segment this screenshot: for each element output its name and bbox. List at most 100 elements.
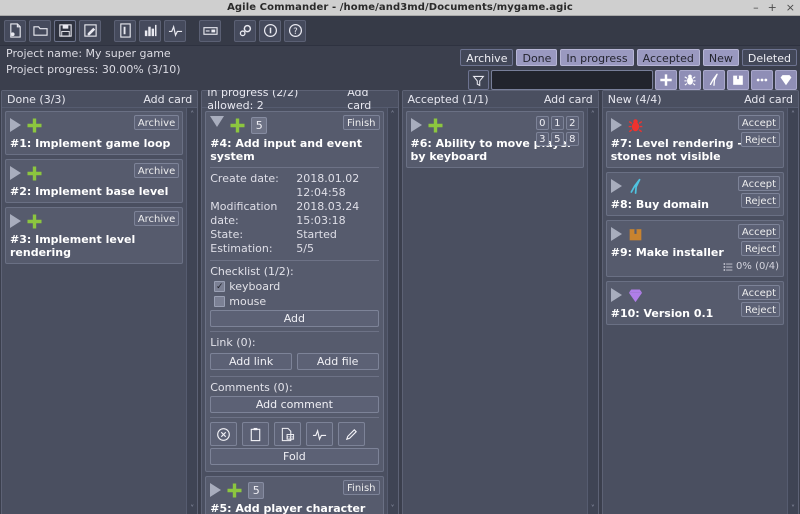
card-9-reject-button[interactable]: Reject (741, 241, 780, 256)
type-version-icon[interactable] (775, 70, 797, 90)
save-as-project-icon[interactable] (79, 20, 101, 42)
card-7-reject-button[interactable]: Reject (741, 132, 780, 147)
column-header-accepted: Accepted (1/1) Add card (403, 91, 598, 108)
expand-arrow-icon[interactable] (411, 118, 422, 132)
card-2-archive-button[interactable]: Archive (134, 163, 179, 178)
edit-card-icon[interactable] (338, 422, 365, 446)
project-info-icon[interactable] (114, 20, 136, 42)
card-5[interactable]: Finish 5 #5: Add player character 33% (1… (205, 476, 383, 514)
vertical-scrollbar-in-progress[interactable]: ˄ ˅ (387, 108, 398, 514)
statistics-icon[interactable] (139, 20, 161, 42)
minimize-button[interactable]: – (753, 3, 759, 13)
scroll-up-arrow-icon[interactable]: ˄ (791, 110, 795, 119)
close-button[interactable]: × (786, 3, 795, 13)
expand-arrow-icon[interactable] (10, 214, 21, 228)
type-bug-icon[interactable] (679, 70, 701, 90)
checkbox-unchecked-icon[interactable] (214, 296, 225, 307)
card-8-reject-button[interactable]: Reject (741, 193, 780, 208)
about-icon[interactable] (259, 20, 281, 42)
vote-button-2[interactable]: 2 (566, 116, 579, 130)
checklist-label: Checklist (1/2): (210, 265, 378, 278)
card-4[interactable]: Finish 5 #4: Add input and event system … (205, 111, 383, 472)
status-filter-in-progress[interactable]: In progress (560, 49, 633, 66)
card-7[interactable]: Accept Reject #7: Level rendering - ston… (606, 111, 784, 168)
type-other-icon[interactable] (751, 70, 773, 90)
vote-button-1[interactable]: 1 (551, 116, 564, 130)
add-comment-button[interactable]: Add comment (210, 396, 378, 413)
card-10-reject-button[interactable]: Reject (741, 302, 780, 317)
add-card-accepted[interactable]: Add card (544, 93, 593, 106)
type-feature-icon[interactable] (655, 70, 677, 90)
card-8-accept-button[interactable]: Accept (738, 176, 780, 191)
save-project-icon[interactable] (54, 20, 76, 42)
type-task-icon[interactable] (703, 70, 725, 90)
vertical-scrollbar-accepted[interactable]: ˄ ˅ (587, 108, 598, 514)
expand-arrow-icon[interactable] (210, 483, 221, 497)
card-7-accept-button[interactable]: Accept (738, 115, 780, 130)
expand-arrow-icon[interactable] (10, 118, 21, 132)
scroll-down-arrow-icon[interactable]: ˅ (391, 504, 395, 513)
expand-arrow-icon[interactable] (611, 179, 622, 193)
add-link-button[interactable]: Add link (210, 353, 292, 370)
modification-date-label: Modification date: (210, 200, 296, 228)
history-icon[interactable] (306, 422, 333, 446)
vertical-scrollbar-done[interactable]: ˄ ˅ (186, 108, 197, 514)
open-project-icon[interactable] (29, 20, 51, 42)
vote-button-0[interactable]: 0 (536, 116, 549, 130)
delete-card-icon[interactable] (210, 422, 237, 446)
vote-button-8[interactable]: 8 (566, 132, 579, 146)
checklist-item-mouse[interactable]: mouse (214, 295, 378, 308)
search-input[interactable] (491, 70, 653, 90)
settings-icon[interactable] (234, 20, 256, 42)
card-8[interactable]: Accept Reject #8: Buy domain (606, 172, 784, 216)
add-file-button[interactable]: Add file (297, 353, 379, 370)
card-9-accept-button[interactable]: Accept (738, 224, 780, 239)
scroll-down-arrow-icon[interactable]: ˅ (791, 504, 795, 513)
card-4-finish-button[interactable]: Finish (343, 115, 379, 130)
card-3-archive-button[interactable]: Archive (134, 211, 179, 226)
funnel-icon[interactable] (468, 70, 489, 90)
card-3[interactable]: Archive #3: Implement level rendering (5, 207, 183, 264)
add-card-done[interactable]: Add card (143, 93, 192, 106)
scroll-up-arrow-icon[interactable]: ˄ (391, 110, 395, 119)
expand-arrow-icon[interactable] (611, 118, 622, 132)
burndown-chart-icon[interactable] (164, 20, 186, 42)
card-10[interactable]: Accept Reject #10: Version 0.1 (606, 281, 784, 325)
export-txt-icon[interactable]: TXT (274, 422, 301, 446)
card-1-archive-button[interactable]: Archive (134, 115, 179, 130)
fold-button[interactable]: Fold (210, 448, 378, 465)
scroll-down-arrow-icon[interactable]: ˅ (190, 504, 194, 513)
card-6[interactable]: 0 1 2 3 5 8 #6: Abilit (406, 111, 584, 168)
expand-arrow-icon[interactable] (611, 227, 622, 241)
expand-arrow-icon[interactable] (611, 288, 622, 302)
scroll-down-arrow-icon[interactable]: ˅ (591, 504, 595, 513)
status-filter-accepted[interactable]: Accepted (637, 49, 700, 66)
maximize-button[interactable]: + (768, 3, 777, 13)
card-9[interactable]: Accept Reject #9: Make installer 0% (0/4… (606, 220, 784, 277)
scroll-up-arrow-icon[interactable]: ˄ (190, 110, 194, 119)
archive-icon[interactable] (199, 20, 221, 42)
help-icon[interactable]: ? (284, 20, 306, 42)
status-filter-done[interactable]: Done (516, 49, 557, 66)
card-2[interactable]: Archive #2: Implement base level (5, 159, 183, 203)
checkbox-checked-icon[interactable]: ✓ (214, 281, 225, 292)
checklist-item-keyboard[interactable]: ✓ keyboard (214, 280, 378, 293)
card-5-finish-button[interactable]: Finish (343, 480, 379, 495)
type-delivery-icon[interactable] (727, 70, 749, 90)
vote-button-5[interactable]: 5 (551, 132, 564, 146)
clipboard-icon[interactable] (242, 422, 269, 446)
expand-arrow-icon[interactable] (10, 166, 21, 180)
scroll-up-arrow-icon[interactable]: ˄ (591, 110, 595, 119)
card-1[interactable]: Archive #1: Implement game loop (5, 111, 183, 155)
status-filter-deleted[interactable]: Deleted (742, 49, 797, 66)
add-checklist-item-button[interactable]: Add (210, 310, 378, 327)
new-project-icon[interactable] (4, 20, 26, 42)
add-card-new[interactable]: Add card (744, 93, 793, 106)
state-label: State: (210, 228, 296, 242)
status-filter-new[interactable]: New (703, 49, 739, 66)
status-filter-archive[interactable]: Archive (460, 49, 513, 66)
card-10-accept-button[interactable]: Accept (738, 285, 780, 300)
collapse-arrow-icon[interactable] (210, 116, 224, 134)
vertical-scrollbar-new[interactable]: ˄ ˅ (787, 108, 798, 514)
vote-button-3[interactable]: 3 (536, 132, 549, 146)
